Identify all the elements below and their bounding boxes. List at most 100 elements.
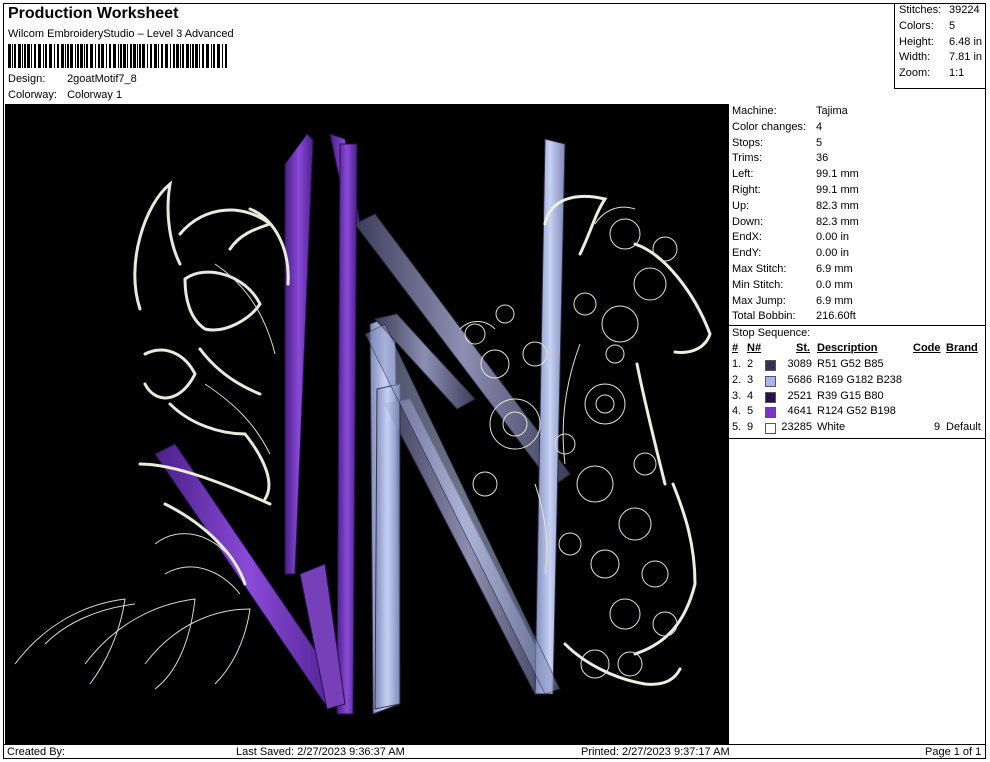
summary-row: Width: 7.81 in — [895, 50, 986, 66]
footer: Created By: Last Saved: 2/27/2023 9:36:3… — [3, 744, 986, 759]
barcode-bar — [127, 44, 128, 68]
barcode-bar — [90, 44, 93, 68]
header-brand: Brand — [946, 342, 978, 355]
barcode-bar — [217, 44, 220, 68]
row-description: R124 G52 B198 — [817, 405, 896, 418]
property-label: Down: — [732, 215, 764, 228]
property-value: 216.60ft — [816, 310, 856, 323]
row-needle: 3 — [747, 373, 754, 386]
barcode-bar — [154, 44, 157, 68]
page-number: Page 1 of 1 — [925, 746, 982, 758]
summary-label: Width: — [899, 51, 931, 64]
barcode-bar — [165, 44, 168, 68]
barcode-bar — [14, 44, 16, 68]
summary-label: Zoom: — [899, 67, 931, 80]
property-row: Trims: 36 — [729, 151, 986, 167]
row-num: 4. — [732, 405, 742, 418]
barcode-bar — [31, 44, 32, 68]
stop-sequence-rows: 1. 2 3089 R51 G52 B85 2. 3 5686 R169 G182 B238 3… — [729, 357, 986, 436]
property-row: Stops: 5 — [729, 136, 986, 152]
color-swatch — [765, 391, 776, 403]
barcode-bar — [211, 44, 212, 68]
summary-value: 7.81 in — [949, 51, 983, 64]
property-value: 4 — [816, 120, 823, 133]
barcode-bar — [38, 44, 41, 68]
barcode-bar — [123, 44, 126, 68]
property-row: Total Bobbin: 216.60ft — [729, 309, 986, 325]
summary-label: Colors: — [899, 19, 934, 32]
property-label: Max Stitch: — [732, 262, 787, 275]
barcode-bar — [199, 44, 200, 68]
property-label: Stops: — [732, 136, 764, 149]
barcode-bar — [27, 44, 30, 68]
property-label: Min Stitch: — [732, 278, 784, 291]
barcode-bar — [190, 44, 191, 68]
summary-value: 1:1 — [949, 67, 965, 80]
barcode-bar — [186, 44, 189, 68]
row-needle: 9 — [747, 421, 754, 434]
stop-sequence-title: Stop Sequence: — [732, 327, 811, 340]
barcode-bar — [54, 44, 55, 68]
barcode-bar — [206, 44, 209, 68]
barcode-bar — [95, 44, 96, 68]
barcode-bar — [225, 44, 227, 68]
barcode-bar — [161, 44, 163, 68]
barcode-bar — [150, 44, 152, 68]
barcode-bar — [139, 44, 141, 68]
barcode-bar — [8, 44, 11, 68]
barcode-bar — [158, 44, 159, 68]
property-value: 6.9 mm — [816, 262, 853, 275]
properties-panel: Machine: Tajima Color changes: 4 Stops: 5 T… — [728, 104, 986, 744]
property-label: Right: — [732, 183, 761, 196]
goat-outline — [543, 195, 712, 686]
color-swatch — [765, 375, 776, 387]
row-stitches: 4641 — [787, 405, 812, 418]
property-row: Down: 82.3 mm — [729, 215, 986, 231]
barcode-bar — [57, 44, 59, 68]
header-description: Description — [817, 342, 878, 355]
stop-sequence-header: # N# St. Description Code Brand — [729, 341, 986, 357]
barcode-bar — [86, 44, 88, 68]
property-row: Left: 99.1 mm — [729, 167, 986, 183]
barcode-bar — [65, 44, 66, 68]
row-stitches: 23285 — [781, 421, 812, 434]
barcode-bar — [120, 44, 122, 68]
property-label: Max Jump: — [732, 294, 786, 307]
gray-blue-zigzag — [354, 138, 571, 715]
summary-box: Stitches: 39224 Colors: 5 Height: 6.48 in W… — [894, 3, 986, 89]
colorway-value: Colorway 1 — [67, 89, 123, 101]
row-num: 3. — [732, 389, 742, 402]
barcode-bar — [137, 44, 138, 68]
barcode-bar — [75, 44, 76, 68]
property-label: Up: — [732, 199, 750, 212]
design-value: 2goatMotif7_8 — [67, 73, 137, 85]
header-code: Code — [913, 342, 941, 355]
property-value: 99.1 mm — [816, 183, 859, 196]
barcode-bar — [180, 44, 181, 68]
property-value: 5 — [816, 136, 823, 149]
row-description: R169 G182 B238 — [817, 373, 903, 386]
barcode-bar — [195, 44, 198, 68]
colorway-label: Colorway: — [8, 89, 57, 101]
stop-sequence-row: 4. 5 4641 R124 G52 B198 — [729, 404, 986, 420]
row-num: 2. — [732, 373, 742, 386]
row-brand: Default — [946, 421, 981, 434]
embroidery-design-image — [14, 133, 712, 715]
barcode-bar — [222, 44, 223, 68]
property-row: Min Stitch: 0.0 mm — [729, 278, 986, 294]
barcode-bar — [147, 44, 148, 68]
design-preview — [5, 104, 728, 744]
summary-value: 5 — [949, 19, 956, 32]
property-row: Max Stitch: 6.9 mm — [729, 262, 986, 278]
design-label: Design: — [8, 73, 46, 85]
summary-row: Stitches: 39224 — [895, 3, 986, 19]
barcode-bar — [45, 44, 47, 68]
barcode-bar — [133, 44, 136, 68]
barcode-bar — [130, 44, 132, 68]
property-row: EndX: 0.00 in — [729, 230, 986, 246]
row-description: White — [817, 421, 846, 434]
property-row: EndY: 0.00 in — [729, 246, 986, 262]
barcode-bar — [192, 44, 194, 68]
barcode-bar — [18, 44, 21, 68]
barcode-bar — [43, 44, 44, 68]
